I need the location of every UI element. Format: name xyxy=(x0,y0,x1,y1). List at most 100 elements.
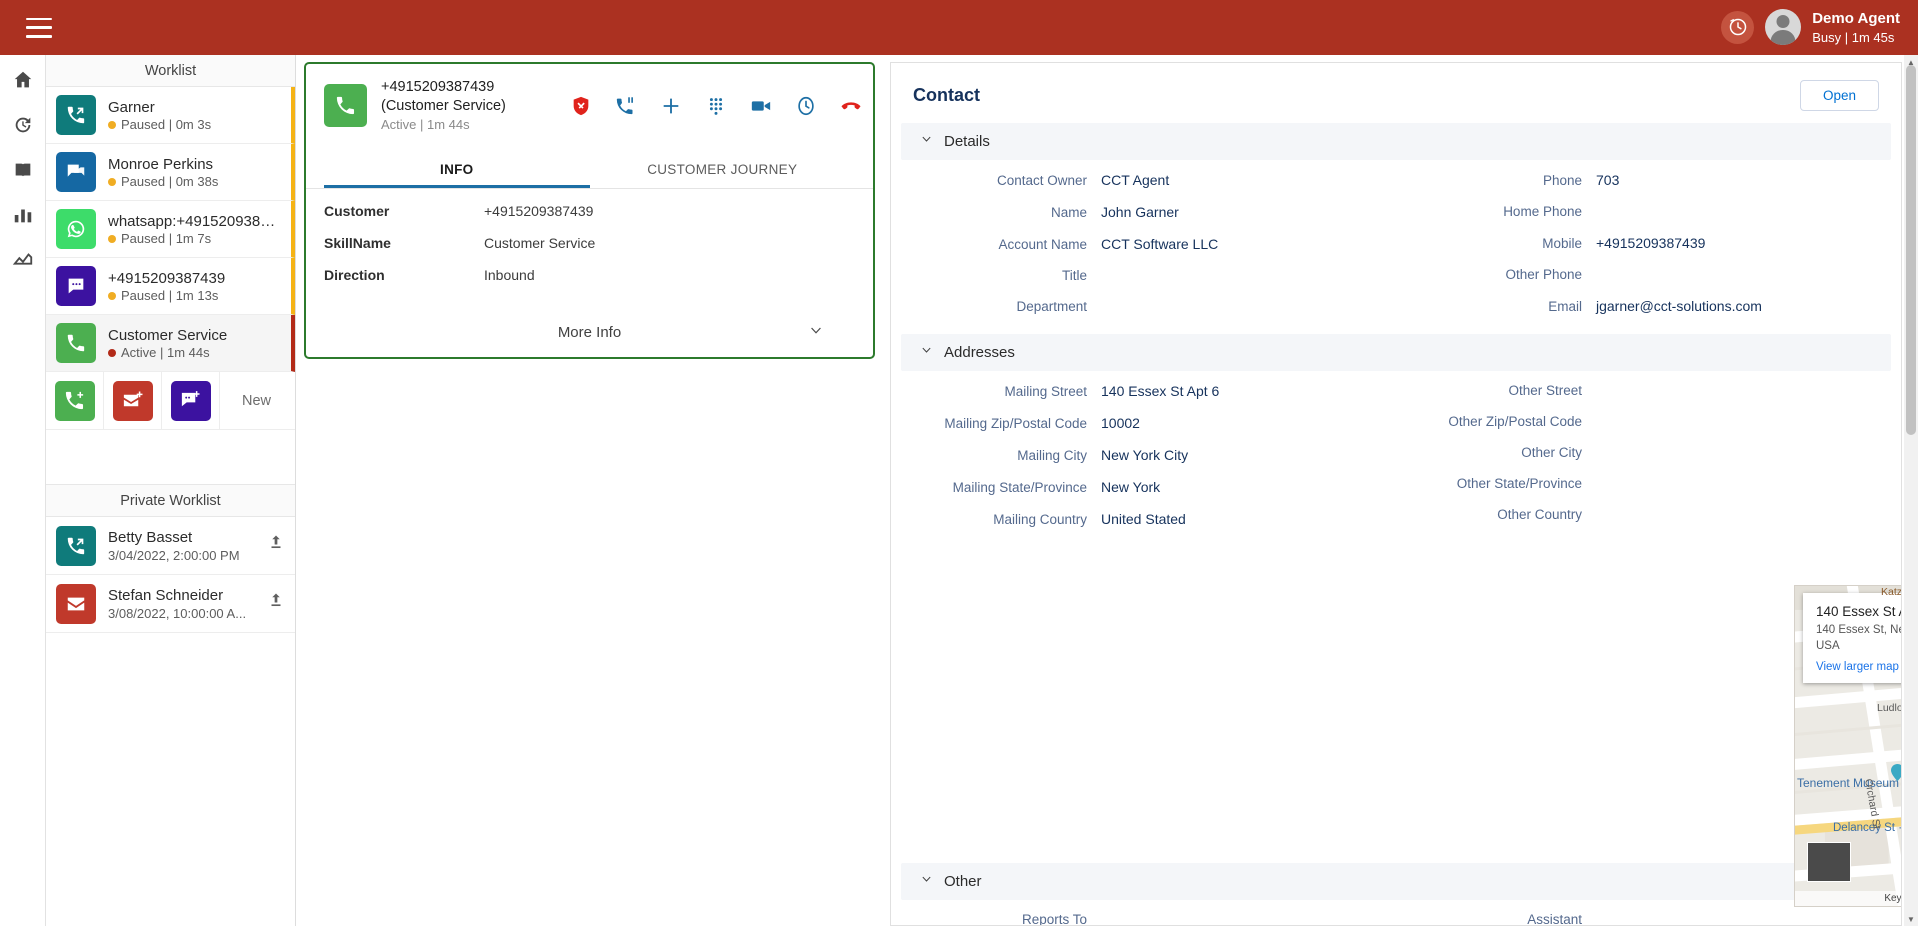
worklist-item-sms[interactable]: +4915209387439 Paused | 1m 13s xyxy=(46,258,295,315)
left-icon-rail xyxy=(0,55,46,926)
book-icon[interactable] xyxy=(10,157,36,183)
section-title: Other xyxy=(944,873,982,890)
map-street-view-thumbnail[interactable] xyxy=(1807,842,1851,882)
open-button[interactable]: Open xyxy=(1800,80,1879,111)
hangup-icon[interactable] xyxy=(839,94,863,118)
map-label: Delancey St · Essex St xyxy=(1833,822,1902,834)
call-action-bar xyxy=(569,94,908,118)
dialpad-icon[interactable] xyxy=(704,94,728,118)
worklist-header: Worklist xyxy=(46,55,295,87)
field-other-state: Other State/Province xyxy=(1396,476,1891,491)
field-mailing-street: Mailing Street 140 Essex St Apt 6 xyxy=(901,383,1396,399)
line-chart-icon[interactable] xyxy=(10,247,36,273)
new-chat-icon xyxy=(171,381,211,421)
bar-chart-icon[interactable] xyxy=(10,202,36,228)
field-other-street: Other Street xyxy=(1396,383,1891,398)
worklist-item-garner[interactable]: Garner Paused | 0m 3s xyxy=(46,87,295,144)
sms-icon xyxy=(56,266,96,306)
new-call-button[interactable] xyxy=(46,372,104,429)
avatar xyxy=(1765,9,1801,45)
field-account-name: Account Name CCT Software LLC xyxy=(901,236,1396,252)
field-home-phone: Home Phone xyxy=(1396,204,1891,219)
field-mailing-state: Mailing State/Province New York xyxy=(901,479,1396,495)
field-phone: Phone 703 xyxy=(1396,172,1891,188)
section-title: Details xyxy=(944,133,990,150)
phone-icon xyxy=(56,323,96,363)
page-scrollbar[interactable]: ▲ ▼ xyxy=(1904,55,1918,926)
field-customer: Customer +4915209387439 xyxy=(324,203,855,219)
map-card-address: 140 Essex St, New York, NY 10002, USA xyxy=(1816,623,1902,654)
field-mailing-city: Mailing City New York City xyxy=(901,447,1396,463)
hamburger-menu-icon[interactable] xyxy=(26,18,52,38)
field-other-city: Other City xyxy=(1396,445,1891,460)
details-left-column: Contact Owner CCT Agent Name John Garner… xyxy=(901,172,1396,330)
worklist-item-monroe-perkins[interactable]: Monroe Perkins Paused | 0m 38s xyxy=(46,144,295,201)
call-skill: (Customer Service) xyxy=(381,97,549,116)
private-item-date: 3/04/2022, 2:00:00 PM xyxy=(108,548,255,563)
field-department: Department xyxy=(901,299,1396,314)
pin-icon[interactable] xyxy=(267,592,285,615)
field-email: Email jgarner@cct-solutions.com xyxy=(1396,298,1891,314)
section-header-addresses[interactable]: Addresses xyxy=(901,334,1891,371)
shield-x-icon[interactable] xyxy=(569,94,593,118)
worklist-item-status: Paused | 1m 7s xyxy=(108,231,281,246)
new-email-icon xyxy=(113,381,153,421)
pin-icon[interactable] xyxy=(267,534,285,557)
plus-icon[interactable] xyxy=(659,94,683,118)
call-state: Active | 1m 44s xyxy=(381,116,549,133)
scroll-down-arrow[interactable]: ▼ xyxy=(1904,912,1918,926)
worklist-item-whatsapp[interactable]: whatsapp:+49152093874... Paused | 1m 7s xyxy=(46,201,295,258)
whatsapp-icon xyxy=(56,209,96,249)
tab-info[interactable]: INFO xyxy=(324,151,590,188)
contact-panel: Contact Open Details Contact Owner CCT A… xyxy=(890,62,1902,926)
worklist-item-title: Monroe Perkins xyxy=(108,155,281,175)
private-item-date: 3/08/2022, 10:00:00 A... xyxy=(108,606,255,621)
worklist-item-title: whatsapp:+49152093874... xyxy=(108,212,281,232)
keyboard-shortcuts-link[interactable]: Keyboard shortcuts xyxy=(1884,893,1902,904)
email-icon xyxy=(56,584,96,624)
agent-info: Demo Agent Busy | 1m 45s xyxy=(1812,9,1900,47)
clock-icon[interactable] xyxy=(794,94,818,118)
history-icon[interactable] xyxy=(10,112,36,138)
worklist-item-customer-service[interactable]: Customer Service Active | 1m 44s xyxy=(46,315,295,372)
section-header-other[interactable]: Other xyxy=(901,863,1891,900)
worklist-item-title: Garner xyxy=(108,98,281,118)
view-larger-map-link[interactable]: View larger map xyxy=(1816,661,1902,673)
section-header-details[interactable]: Details xyxy=(901,123,1891,160)
busy-clock-icon[interactable] xyxy=(1721,11,1754,44)
field-reports-to: Reports To xyxy=(901,912,1396,926)
agent-status-area[interactable]: Demo Agent Busy | 1m 45s xyxy=(1721,9,1900,47)
field-title: Title xyxy=(901,268,1396,283)
active-call-card: +4915209387439 (Customer Service) Active… xyxy=(304,62,875,359)
tab-customer-journey[interactable]: CUSTOMER JOURNEY xyxy=(590,151,856,188)
outbound-call-icon xyxy=(56,526,96,566)
phone-icon xyxy=(324,84,367,127)
more-info-button[interactable]: More Info xyxy=(306,310,873,357)
new-chat-button[interactable] xyxy=(162,372,220,429)
call-card-tabs: INFO CUSTOMER JOURNEY xyxy=(306,151,873,189)
outbound-call-icon xyxy=(56,95,96,135)
phone-pause-icon[interactable] xyxy=(614,94,638,118)
chat-icon xyxy=(56,152,96,192)
private-item-title: Stefan Schneider xyxy=(108,586,255,606)
map-label: Tenement Museum xyxy=(1797,776,1899,790)
chevron-down-icon xyxy=(919,132,934,151)
video-camera-icon[interactable] xyxy=(749,94,773,118)
map-label: Katz's Delicatessen xyxy=(1881,586,1902,598)
private-item-title: Betty Basset xyxy=(108,528,255,548)
address-map[interactable]: 140 Essex St Apt 6 140 Essex St, New Yor… xyxy=(1794,585,1902,907)
private-worklist-item-stefan-schneider[interactable]: Stefan Schneider 3/08/2022, 10:00:00 A..… xyxy=(46,575,295,633)
addresses-right-column: Other Street Other Zip/Postal Code Other… xyxy=(1396,383,1891,543)
worklist-empty-space xyxy=(46,430,295,485)
private-worklist-item-betty-basset[interactable]: Betty Basset 3/04/2022, 2:00:00 PM xyxy=(46,517,295,575)
scrollbar-thumb[interactable] xyxy=(1906,65,1916,435)
worklist-item-status: Paused | 0m 38s xyxy=(108,174,281,189)
home-icon[interactable] xyxy=(10,67,36,93)
map-footer: Keyboard shortcuts Map data ©2022 Google… xyxy=(1795,891,1902,906)
new-email-button[interactable] xyxy=(104,372,162,429)
field-contact-owner: Contact Owner CCT Agent xyxy=(901,172,1396,188)
details-right-column: Phone 703 Home Phone Mobile +49152093874… xyxy=(1396,172,1891,330)
agent-presence-status: Busy | 1m 45s xyxy=(1812,29,1900,47)
chevron-down-icon xyxy=(807,322,825,344)
chevron-down-icon xyxy=(919,343,934,362)
